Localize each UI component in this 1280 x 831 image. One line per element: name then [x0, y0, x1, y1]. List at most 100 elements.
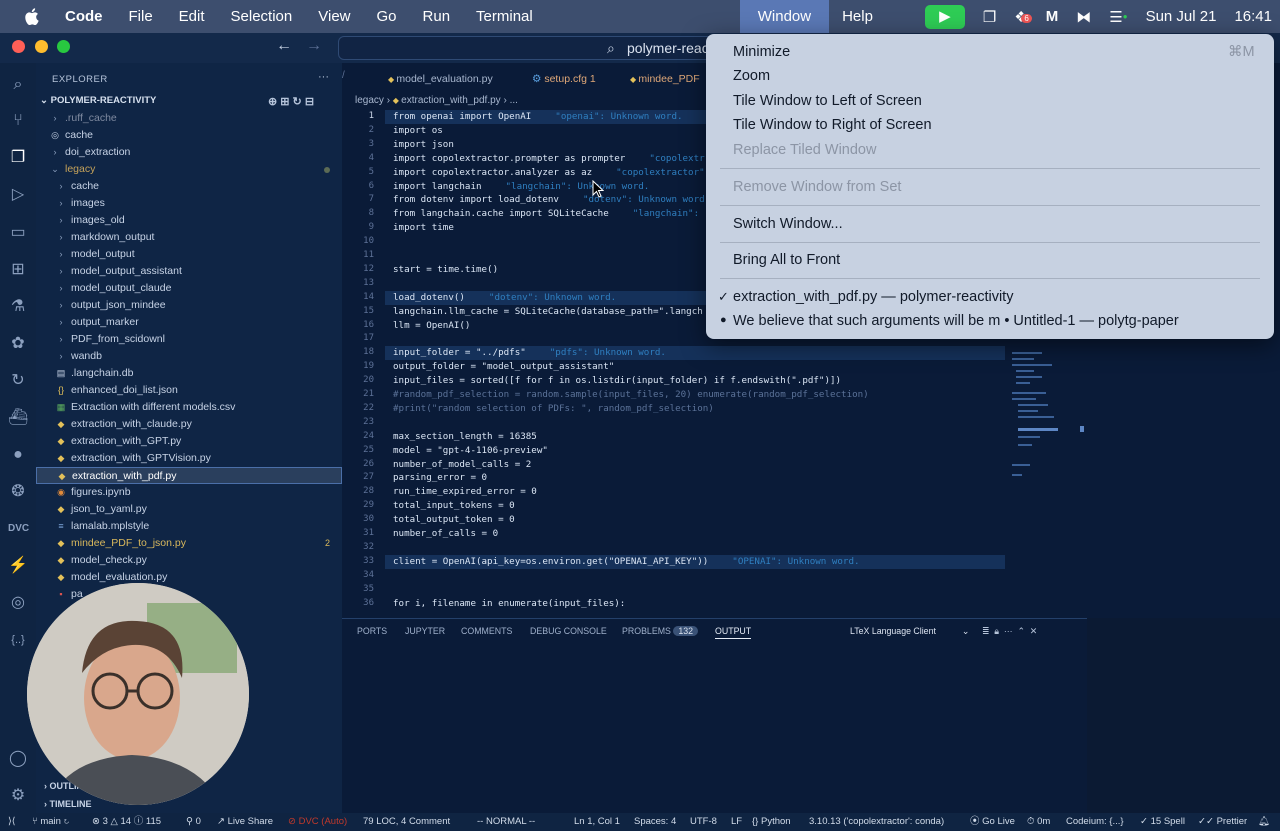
menubar-time[interactable]: 16:41	[1225, 8, 1280, 25]
github-icon[interactable]: ●	[8, 445, 28, 465]
menu-terminal[interactable]: Terminal	[463, 0, 546, 33]
file-tree-item[interactable]: ≡ lamalab.mplstyle	[36, 518, 342, 535]
file-tree-item[interactable]: › PDF_from_scidownl	[36, 331, 342, 348]
file-tree-item[interactable]: › output_marker	[36, 314, 342, 331]
prettier-item[interactable]: ✓✓ Prettier	[1198, 813, 1247, 831]
docker-icon[interactable]: ⛴	[8, 408, 28, 428]
nav-back-icon[interactable]: ←	[276, 37, 292, 55]
file-tree-item[interactable]: › model_output	[36, 246, 342, 263]
codeium-item[interactable]: Codeium: {...}	[1066, 813, 1124, 831]
file-tree-item[interactable]: ◆ mindee_PDF_to_json.py 2	[36, 535, 342, 552]
indentation-item[interactable]: Spaces: 4	[634, 813, 676, 831]
account-icon[interactable]: ◯	[8, 749, 28, 769]
breadcrumb-symbol[interactable]: ...	[510, 95, 518, 106]
menubar-date[interactable]: Sun Jul 21	[1137, 8, 1226, 25]
clipboard-icon[interactable]: ❐	[974, 8, 1005, 26]
file-tree-item[interactable]: ▤ .langchain.db	[36, 365, 342, 382]
problems-item[interactable]: ⊗ 3 △ 14 ⓘ 115	[92, 813, 161, 831]
file-tree-item[interactable]: › markdown_output	[36, 229, 342, 246]
file-tree-item[interactable]: › output_json_mindee	[36, 297, 342, 314]
explorer-more-button[interactable]: ···	[318, 71, 329, 83]
file-tree-item[interactable]: ◆ model_evaluation.py	[36, 569, 342, 586]
file-tree-item[interactable]: › images_old	[36, 212, 342, 229]
language-item[interactable]: {} Python	[752, 813, 791, 831]
file-tree-item[interactable]: › doi_extraction	[36, 144, 342, 161]
dropbox-icon[interactable]: ❖6	[1005, 8, 1036, 26]
command-center[interactable]: ⌕ polymer-reac	[338, 36, 718, 60]
dvc-status-item[interactable]: ⊘ DVC (Auto)	[288, 813, 347, 831]
cursor-position-item[interactable]: Ln 1, Col 1	[574, 813, 620, 831]
breadcrumb-folder[interactable]: legacy	[355, 95, 384, 106]
menu-selection[interactable]: Selection	[218, 0, 306, 33]
file-tree-item[interactable]: ⌄ legacy	[36, 161, 342, 178]
menu-run[interactable]: Run	[410, 0, 464, 33]
app-menu-code[interactable]: Code	[52, 0, 116, 33]
panel-tab-problems[interactable]: PROBLEMS 132	[622, 626, 699, 636]
file-tree-item[interactable]: {} enhanced_doi_list.json	[36, 382, 342, 399]
apple-menu-icon[interactable]	[0, 0, 52, 33]
live-share-icon[interactable]: ↻	[8, 371, 28, 391]
database-icon[interactable]: ◎	[8, 593, 28, 613]
tab-model-evaluation[interactable]: ◆ model_evaluation.py	[388, 68, 493, 90]
file-tree-item[interactable]: ◆ extraction_with_GPTVision.py	[36, 450, 342, 467]
menu-item-switch-window[interactable]: Switch Window...	[733, 216, 843, 232]
close-window-button[interactable]	[12, 40, 25, 53]
interpreter-item[interactable]: 3.10.13 ('copolextractor': conda)	[809, 813, 944, 831]
codeium-icon[interactable]: ⚡	[8, 556, 28, 576]
file-tree-item[interactable]: ◉ figures.ipynb	[36, 484, 342, 501]
file-tree-item[interactable]: ◆ extraction_with_GPT.py	[36, 433, 342, 450]
nav-forward-icon[interactable]: →	[306, 37, 322, 55]
zoom-window-button[interactable]	[57, 40, 70, 53]
remote-indicator-icon[interactable]: ⟩⟨	[8, 813, 15, 831]
timeline-section[interactable]: › TIMELINE	[44, 799, 92, 809]
menu-item-window-extraction[interactable]: extraction_with_pdf.py — polymer-reactiv…	[733, 289, 1013, 305]
file-tree-item[interactable]: › wandb	[36, 348, 342, 365]
file-tree-item[interactable]: › cache	[36, 178, 342, 195]
file-tree-item[interactable]: › images	[36, 195, 342, 212]
spell-item[interactable]: ✓ 15 Spell	[1140, 813, 1185, 831]
menu-item-bring-all-front[interactable]: Bring All to Front	[733, 252, 840, 268]
run-debug-icon[interactable]: ▷	[8, 185, 28, 205]
panel-tab-output[interactable]: OUTPUT	[715, 626, 752, 639]
testing-icon[interactable]: ⚗	[8, 297, 28, 317]
gear-icon[interactable]: ⚙	[8, 786, 28, 806]
file-tree-item[interactable]: ◎ cache	[36, 127, 342, 144]
notifications-bell-icon[interactable]: 🔔︎	[1258, 813, 1270, 831]
extensions-icon[interactable]: ⊞	[8, 260, 28, 280]
file-tree-item[interactable]: › .ruff_cache	[36, 110, 342, 127]
project-actions-icons[interactable]: ⊕ ⊞ ↻ ⊟	[268, 95, 314, 108]
panel-tab-comments[interactable]: COMMENTS	[461, 626, 512, 636]
live-share-item[interactable]: ↗ Live Share	[217, 813, 273, 831]
menu-item-minimize[interactable]: Minimize	[733, 44, 790, 60]
menu-window[interactable]: Window	[739, 0, 830, 33]
eol-item[interactable]: LF	[731, 813, 742, 831]
json-icon[interactable]: {..}	[8, 630, 28, 650]
breadcrumb-file[interactable]: extraction_with_pdf.py	[401, 95, 501, 106]
explorer-icon[interactable]: ❐	[8, 148, 28, 168]
source-control-icon[interactable]: ⑂	[8, 111, 28, 131]
file-tree-item[interactable]: ◆ extraction_with_pdf.py	[36, 467, 342, 484]
project-header[interactable]: ⌄ POLYMER-REACTIVITY ⊕ ⊞ ↻ ⊟	[40, 95, 340, 111]
menu-view[interactable]: View	[305, 0, 363, 33]
paw-icon[interactable]: ✿	[8, 334, 28, 354]
search-icon[interactable]: ⌕	[8, 75, 28, 95]
copilot-icon[interactable]: ❂	[8, 482, 28, 502]
remote-explorer-icon[interactable]: ▭	[8, 223, 28, 243]
bartender-icon[interactable]: ⧓	[1067, 8, 1100, 26]
file-tree-item[interactable]: ◆ model_check.py	[36, 552, 342, 569]
menu-file[interactable]: File	[116, 0, 166, 33]
tab-mindee-pdf[interactable]: ◆ mindee_PDF	[630, 68, 700, 90]
panel-actions-icons[interactable]: ≣ 🔒︎ ··· ⌃ ✕	[982, 626, 1037, 637]
go-live-item[interactable]: ⦿ Go Live	[970, 813, 1015, 831]
menu-edit[interactable]: Edit	[166, 0, 218, 33]
menu-go[interactable]: Go	[364, 0, 410, 33]
minimize-window-button[interactable]	[35, 40, 48, 53]
dvc-icon[interactable]: DVC	[8, 519, 29, 539]
file-tree-item[interactable]: ◆ extraction_with_claude.py	[36, 416, 342, 433]
panel-tab-debug-console[interactable]: DEBUG CONSOLE	[530, 626, 607, 636]
encoding-item[interactable]: UTF-8	[690, 813, 717, 831]
menu-item-tile-left[interactable]: Tile Window to Left of Screen	[733, 93, 922, 109]
file-tree-item[interactable]: › model_output_claude	[36, 280, 342, 297]
menu-item-zoom[interactable]: Zoom	[733, 68, 770, 84]
loc-item[interactable]: 79 LOC, 4 Comment	[363, 813, 450, 831]
